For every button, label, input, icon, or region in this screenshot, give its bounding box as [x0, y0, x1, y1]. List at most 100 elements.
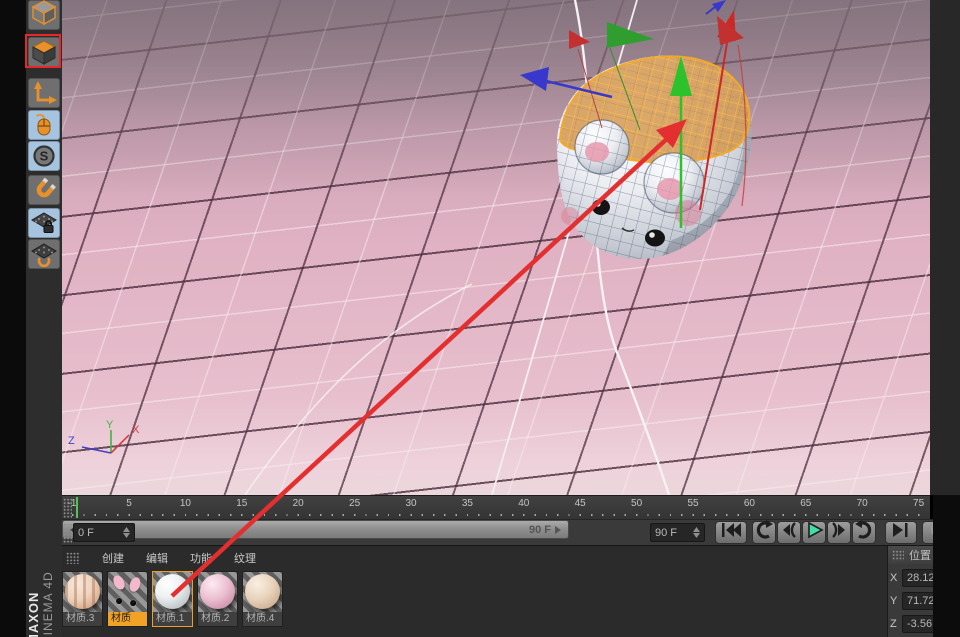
mode-toolbar: S — [26, 0, 62, 637]
scale-handle-green-flag[interactable] — [607, 22, 654, 48]
tweak-mode-button[interactable] — [28, 110, 60, 140]
ruler-label-25: 25 — [349, 498, 360, 509]
coordinates-panel: 位置 X 28.12 Y71.72 Z-3.56 — [887, 545, 934, 637]
record-button[interactable] — [922, 521, 933, 544]
coordinate-row-z: Z-3.56 — [890, 614, 934, 634]
material-menu-item[interactable]: 编辑 — [146, 550, 168, 566]
ruler-label-20: 20 — [293, 498, 304, 509]
coordinate-row-x: X 28.12 — [890, 568, 934, 588]
brand-product: CINEMA 4D — [41, 571, 55, 637]
cube-character[interactable] — [557, 56, 752, 259]
viewport-overlay: Y X Z — [62, 0, 930, 495]
axis-z-arrowhead[interactable] — [520, 67, 549, 91]
ruler-label-5: 5 — [126, 498, 132, 509]
play-button[interactable] — [802, 521, 826, 544]
ruler-label-30: 30 — [405, 498, 416, 509]
enable-axis-button[interactable] — [28, 78, 60, 108]
coordinate-row-y: Y71.72 — [890, 591, 934, 611]
material-tile[interactable]: 材质.1 — [152, 571, 193, 627]
end-frame-input[interactable]: 90 F — [650, 523, 705, 542]
make-editable-button[interactable] — [28, 0, 60, 30]
next-frame-button[interactable] — [827, 521, 851, 544]
material-tile[interactable]: 材质 — [107, 571, 148, 627]
coordinates-header[interactable]: 位置 — [888, 546, 934, 564]
snapping-button[interactable] — [28, 175, 60, 205]
annotation-highlight-box — [25, 34, 61, 68]
material-sphere-white — [155, 574, 190, 609]
next-key-icon — [853, 520, 875, 545]
next-key-button[interactable] — [852, 521, 876, 544]
viewport-3d[interactable]: Y X Z — [62, 0, 930, 495]
brand-name: MAXON — [26, 571, 41, 637]
goto-end-button[interactable] — [885, 521, 917, 544]
ruler-label-75: 75 — [913, 498, 924, 509]
coordinate-axis-label: X — [890, 572, 898, 584]
material-menu-grip[interactable] — [66, 552, 80, 564]
material-menu-item[interactable]: 纹理 — [234, 550, 256, 566]
coordinate-value-input[interactable]: 28.12 — [902, 569, 934, 587]
material-tile[interactable]: 材质.3 — [62, 571, 103, 627]
magnet-icon — [31, 177, 57, 203]
ruler-label-70: 70 — [857, 498, 868, 509]
scale-handle-red-flag-small[interactable] — [569, 30, 590, 49]
timeline-ruler[interactable]: -151015202530354045505560657075 — [62, 495, 930, 519]
material-menu-item[interactable]: 创建 — [102, 550, 124, 566]
slider-end-label: 90 F — [529, 524, 551, 536]
coordinates-grip[interactable] — [892, 550, 904, 561]
current-frame-input[interactable]: 0 F — [73, 523, 135, 542]
prev-frame-button[interactable] — [777, 521, 801, 544]
material-preview-skin-stripes[interactable] — [63, 572, 102, 613]
material-manager: 创建 编辑 功能 纹理 材质.3 材质材质.1 材质.2 材质.4 — [62, 545, 887, 637]
svg-text:S: S — [40, 149, 49, 164]
goto-start-button[interactable] — [715, 521, 747, 544]
slider-end-icon — [555, 526, 561, 534]
material-preview-beige-sphere[interactable] — [243, 572, 282, 613]
ruler-label-35: 35 — [462, 498, 473, 509]
axis-l-icon — [31, 80, 57, 106]
workplane-lock-icon — [31, 210, 57, 236]
transport-grip-handle[interactable] — [63, 523, 72, 543]
workplane-button[interactable] — [28, 239, 60, 269]
prev-key-icon — [753, 520, 775, 545]
ruler-label-15: 15 — [236, 498, 247, 509]
material-list: 材质.3 材质材质.1 材质.2 材质.4 — [62, 571, 283, 627]
prev-key-button[interactable] — [752, 521, 776, 544]
end-frame-spinner[interactable] — [693, 527, 700, 538]
material-menu-bar: 创建 编辑 功能 纹理 — [66, 550, 256, 566]
s-circle-icon: S — [31, 143, 57, 169]
frame-spinner[interactable] — [123, 527, 130, 538]
play-icon — [803, 520, 825, 545]
material-label[interactable]: 材质.1 — [153, 612, 192, 626]
ruler-label-10: 10 — [180, 498, 191, 509]
axis-x-label: X — [132, 424, 140, 436]
brand-logo: MAXON CINEMA 4D — [26, 545, 62, 637]
material-preview-face-texture[interactable] — [108, 572, 147, 613]
current-frame-value: 0 F — [78, 527, 94, 539]
coordinate-value-input[interactable]: -3.56 — [902, 615, 934, 633]
end-frame-value: 90 F — [655, 527, 677, 539]
material-label[interactable]: 材质.3 — [63, 612, 102, 626]
material-sphere-beige — [245, 574, 280, 609]
frame-ticks — [72, 514, 924, 516]
cube-wireframe-icon — [31, 5, 57, 25]
material-preview-pink-sphere[interactable] — [198, 572, 237, 613]
playback-button-group — [752, 520, 878, 545]
material-label[interactable]: 材质 — [108, 612, 147, 626]
material-sphere-pink — [200, 574, 235, 609]
power-slider[interactable]: 0 F 90 F — [62, 520, 569, 539]
ruler-label-60: 60 — [744, 498, 755, 509]
coordinate-value-input[interactable]: 71.72 — [902, 592, 934, 610]
material-menu-item[interactable]: 功能 — [190, 550, 212, 566]
lock-workplane-button[interactable] — [28, 208, 60, 238]
material-tile[interactable]: 材质.4 — [242, 571, 283, 627]
ruler-label-65: 65 — [800, 498, 811, 509]
material-preview-white-sphere[interactable] — [153, 572, 192, 613]
soft-selection-button[interactable]: S — [28, 141, 60, 171]
window-left-edge — [0, 0, 26, 637]
material-tile[interactable]: 材质.2 — [197, 571, 238, 627]
next-frame-icon — [828, 520, 850, 545]
material-label[interactable]: 材质.2 — [198, 612, 237, 626]
material-label[interactable]: 材质.4 — [243, 612, 282, 626]
goto-start-icon — [719, 520, 743, 545]
animation-transport-bar: 0 F 0 F 90 F 90 F — [62, 519, 933, 545]
